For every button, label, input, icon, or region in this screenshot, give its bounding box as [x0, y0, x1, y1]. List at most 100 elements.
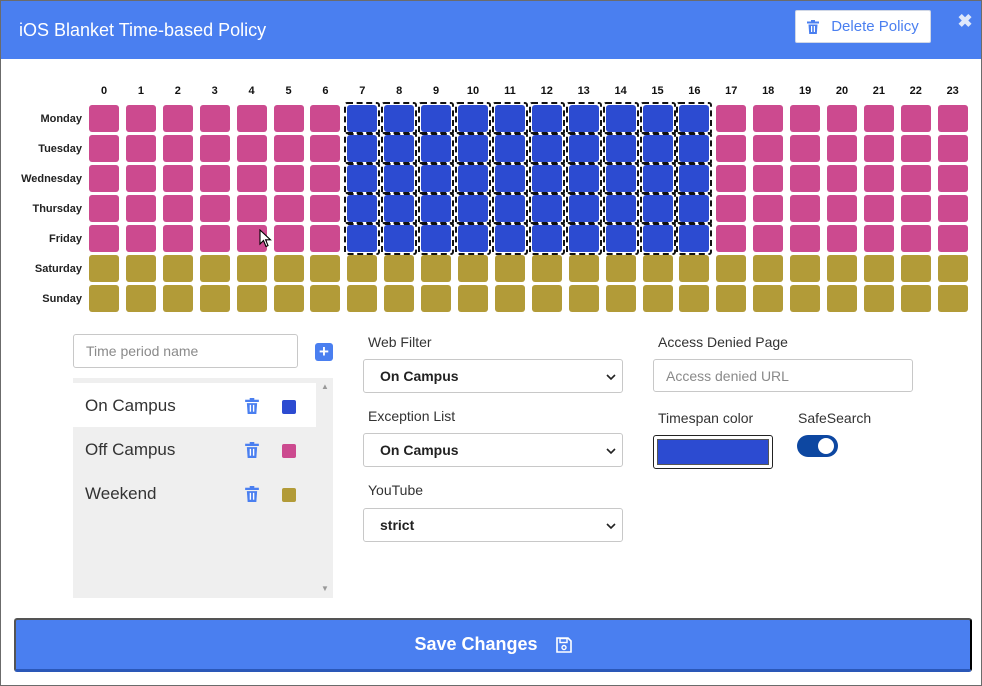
schedule-cell[interactable] [568, 135, 599, 162]
schedule-cell[interactable] [716, 165, 747, 192]
schedule-cell[interactable] [531, 165, 562, 192]
schedule-cell[interactable] [790, 195, 821, 222]
schedule-cell[interactable] [568, 195, 599, 222]
schedule-cell[interactable] [162, 285, 193, 312]
schedule-cell[interactable] [863, 195, 894, 222]
schedule-cell[interactable] [89, 135, 119, 162]
schedule-cell[interactable] [679, 195, 710, 222]
schedule-cell[interactable] [900, 255, 931, 282]
schedule-cell[interactable] [790, 255, 821, 282]
schedule-cell[interactable] [937, 195, 968, 222]
schedule-cell[interactable] [716, 285, 747, 312]
schedule-cell[interactable] [125, 255, 156, 282]
schedule-cell[interactable] [421, 195, 452, 222]
schedule-cell[interactable] [89, 255, 119, 282]
schedule-cell[interactable] [900, 225, 931, 252]
schedule-cell[interactable] [273, 105, 304, 132]
schedule-cell[interactable] [494, 105, 525, 132]
schedule-cell[interactable] [827, 195, 857, 222]
schedule-cell[interactable] [827, 285, 857, 312]
schedule-cell[interactable] [421, 225, 452, 252]
schedule-cell[interactable] [347, 105, 378, 132]
schedule-cell[interactable] [605, 255, 636, 282]
schedule-cell[interactable] [642, 255, 673, 282]
timespan-color-picker[interactable] [653, 435, 773, 469]
schedule-cell[interactable] [568, 165, 599, 192]
period-item-wk[interactable]: Weekend [73, 471, 316, 515]
schedule-cell[interactable] [273, 135, 304, 162]
schedule-cell[interactable] [568, 105, 599, 132]
schedule-cell[interactable] [494, 135, 525, 162]
schedule-cell[interactable] [421, 135, 452, 162]
schedule-cell[interactable] [236, 225, 267, 252]
schedule-cell[interactable] [236, 135, 267, 162]
trash-icon[interactable] [245, 398, 259, 414]
schedule-cell[interactable] [679, 105, 710, 132]
schedule-cell[interactable] [199, 135, 230, 162]
schedule-cell[interactable] [347, 285, 378, 312]
schedule-cell[interactable] [199, 165, 230, 192]
schedule-cell[interactable] [642, 105, 673, 132]
schedule-cell[interactable] [531, 195, 562, 222]
schedule-cell[interactable] [236, 285, 267, 312]
schedule-cell[interactable] [273, 165, 304, 192]
period-color-swatch[interactable] [282, 488, 296, 502]
schedule-cell[interactable] [162, 105, 193, 132]
schedule-cell[interactable] [347, 255, 378, 282]
schedule-cell[interactable] [937, 285, 968, 312]
schedule-cell[interactable] [605, 225, 636, 252]
schedule-cell[interactable] [531, 225, 562, 252]
schedule-cell[interactable] [568, 225, 599, 252]
schedule-cell[interactable] [199, 285, 230, 312]
schedule-cell[interactable] [531, 285, 562, 312]
schedule-cell[interactable] [790, 135, 821, 162]
schedule-cell[interactable] [937, 255, 968, 282]
schedule-cell[interactable] [900, 135, 931, 162]
schedule-cell[interactable] [790, 165, 821, 192]
schedule-cell[interactable] [89, 225, 119, 252]
schedule-cell[interactable] [273, 195, 304, 222]
schedule-cell[interactable] [458, 135, 488, 162]
schedule-cell[interactable] [863, 255, 894, 282]
period-color-swatch[interactable] [282, 444, 296, 458]
schedule-cell[interactable] [827, 225, 857, 252]
schedule-cell[interactable] [347, 225, 378, 252]
safesearch-toggle[interactable] [797, 435, 838, 457]
schedule-cell[interactable] [679, 255, 710, 282]
schedule-cell[interactable] [347, 165, 378, 192]
schedule-cell[interactable] [494, 255, 525, 282]
schedule-cell[interactable] [716, 255, 747, 282]
access-denied-url-input[interactable] [653, 359, 913, 392]
schedule-cell[interactable] [531, 105, 562, 132]
add-period-icon[interactable]: + [315, 343, 333, 361]
scroll-up-icon[interactable]: ▲ [319, 382, 331, 392]
schedule-cell[interactable] [753, 135, 784, 162]
schedule-cell[interactable] [863, 135, 894, 162]
schedule-cell[interactable] [679, 165, 710, 192]
schedule-cell[interactable] [236, 165, 267, 192]
schedule-cell[interactable] [458, 255, 488, 282]
scroll-down-icon[interactable]: ▼ [319, 584, 331, 594]
schedule-cell[interactable] [199, 105, 230, 132]
schedule-cell[interactable] [716, 195, 747, 222]
schedule-cell[interactable] [273, 225, 304, 252]
close-icon[interactable]: ✖ [957, 12, 973, 30]
schedule-cell[interactable] [790, 105, 821, 132]
exception-list-select[interactable]: On Campus [363, 433, 623, 467]
schedule-cell[interactable] [310, 135, 341, 162]
save-changes-button[interactable]: Save Changes [14, 618, 972, 672]
trash-icon[interactable] [245, 442, 259, 458]
delete-policy-button[interactable]: Delete Policy [795, 10, 931, 43]
schedule-cell[interactable] [716, 225, 747, 252]
schedule-cell[interactable] [900, 285, 931, 312]
schedule-cell[interactable] [125, 105, 156, 132]
schedule-cell[interactable] [790, 285, 821, 312]
schedule-cell[interactable] [347, 195, 378, 222]
schedule-cell[interactable] [531, 135, 562, 162]
schedule-cell[interactable] [199, 195, 230, 222]
schedule-cell[interactable] [827, 135, 857, 162]
schedule-cell[interactable] [827, 255, 857, 282]
schedule-cell[interactable] [568, 285, 599, 312]
schedule-cell[interactable] [199, 225, 230, 252]
schedule-cell[interactable] [605, 135, 636, 162]
